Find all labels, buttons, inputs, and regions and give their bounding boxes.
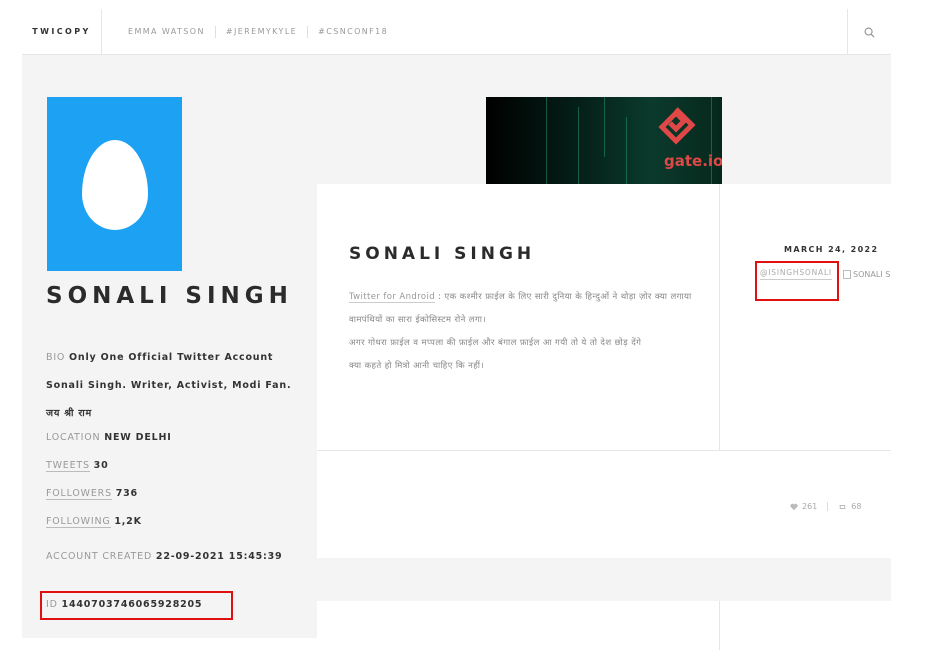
tweet-image-alt: SONALI S <box>853 270 891 279</box>
ad-decoration <box>546 97 547 184</box>
search-button[interactable] <box>847 9 891 55</box>
location-value: NEW DELHI <box>104 432 172 443</box>
ad-decoration <box>604 97 605 157</box>
heart-icon <box>790 503 798 510</box>
default-egg-icon <box>81 140 148 230</box>
ad-banner[interactable]: gate.io <box>486 97 722 184</box>
retweet-icon <box>839 504 846 509</box>
followers-count: 736 <box>115 488 138 499</box>
profile-location: LOCATION NEW DELHI <box>46 431 296 445</box>
created-label: ACCOUNT CREATED <box>46 551 153 562</box>
ad-decoration <box>578 107 579 184</box>
nav-link-jeremykyle[interactable]: #JEREMYKYLE <box>216 27 307 36</box>
ad-decoration <box>626 117 627 184</box>
bio-text: Only One Official Twitter Account Sonali… <box>46 352 292 419</box>
tweets-link[interactable]: TWEETS <box>46 460 90 472</box>
broken-image-icon <box>843 270 851 279</box>
site-logo[interactable]: TWICOPY <box>22 8 102 55</box>
avatar[interactable] <box>47 97 182 271</box>
profile-created: ACCOUNT CREATED 22-09-2021 15:45:39 <box>46 543 296 571</box>
profile-following: FOLLOWING 1,2K <box>46 515 296 529</box>
tweet-card <box>317 601 891 650</box>
profile-tweets: TWEETS 30 <box>46 459 296 473</box>
tweets-count: 30 <box>93 460 109 471</box>
nav-links: EMMA WATSON #JEREMYKYLE #CSNCONF18 <box>102 25 398 38</box>
tweet-line-2: अगर गोधरा फ़ाईल व मप्पला की फ़ाईल और बंग… <box>349 338 642 348</box>
followers-link[interactable]: FOLLOWERS <box>46 488 112 500</box>
tweet-line-3: क्या कहते हो मित्रो आनी चाहिए कि नहीं। <box>349 361 484 371</box>
tweet-date: MARCH 24, 2022 <box>784 245 879 254</box>
search-icon <box>864 27 875 38</box>
tweet-source-sep: : <box>435 292 445 302</box>
top-navbar: TWICOPY EMMA WATSON #JEREMYKYLE #CSNCONF… <box>22 8 891 55</box>
card-divider <box>317 450 891 451</box>
profile-bio: BIO Only One Official Twitter Account So… <box>46 344 296 428</box>
like-count: 261 <box>802 502 818 511</box>
retweet-count: 68 <box>851 502 862 511</box>
created-value: 22-09-2021 15:45:39 <box>155 551 283 562</box>
following-link[interactable]: FOLLOWING <box>46 516 111 528</box>
gate-logo-icon <box>658 107 696 145</box>
tweet-text: Twitter for Android : एक कश्मीर फ़ाईल के… <box>349 286 694 378</box>
stats-divider <box>827 502 829 511</box>
highlight-box-handle <box>755 261 839 301</box>
tweet-image[interactable]: SONALI S <box>843 270 891 279</box>
nav-link-csnconf18[interactable]: #CSNCONF18 <box>308 27 398 36</box>
tweet-author: SONALI SINGH <box>349 244 536 264</box>
ad-decoration <box>711 97 712 184</box>
ad-text: gate.io <box>664 152 722 170</box>
tweet-stats: 261 68 <box>790 502 861 511</box>
card-divider <box>719 184 720 450</box>
tweet-source-link[interactable]: Twitter for Android <box>349 292 436 303</box>
card-divider <box>719 601 720 650</box>
following-count: 1,2K <box>114 516 142 527</box>
profile-name: SONALI SINGH <box>46 283 293 309</box>
highlight-box-id <box>40 591 233 620</box>
profile-followers: FOLLOWERS 736 <box>46 487 296 501</box>
location-label: LOCATION <box>46 432 101 443</box>
nav-link-emma-watson[interactable]: EMMA WATSON <box>118 27 215 36</box>
bio-label: BIO <box>46 352 66 363</box>
